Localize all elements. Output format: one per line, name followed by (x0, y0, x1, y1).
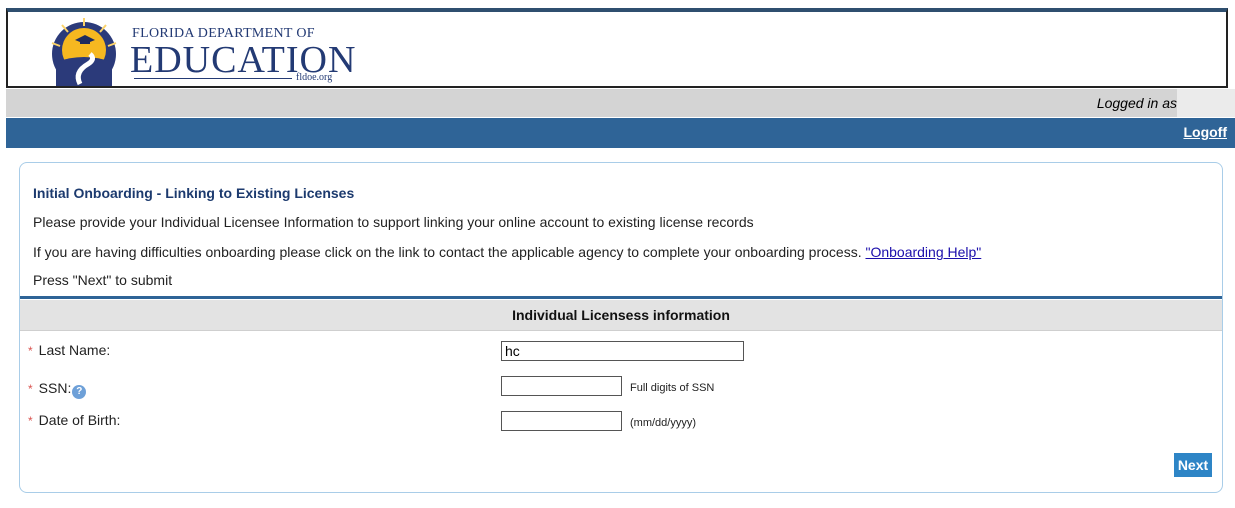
sun-emblem-icon (51, 18, 117, 86)
section-divider (20, 296, 1222, 299)
logo-divider (134, 78, 292, 79)
logged-in-text: Logged in as (1096, 95, 1177, 111)
last-name-label-row: * Last Name: (28, 342, 110, 358)
dob-hint: (mm/dd/yyyy) (630, 417, 696, 429)
site-header: Florida Department of EDUCATION fldoe.or… (6, 8, 1228, 88)
required-marker: * (28, 414, 33, 428)
ssn-hint: Full digits of SSN (630, 382, 715, 394)
instructions-line-2: If you are having difficulties onboardin… (33, 244, 981, 260)
ssn-field[interactable] (501, 376, 622, 396)
page-title: Initial Onboarding - Linking to Existing… (33, 185, 355, 201)
onboarding-help-link[interactable]: "Onboarding Help" (865, 244, 981, 260)
instructions-line-3: Press "Next" to submit (33, 272, 173, 288)
top-strip (0, 0, 1235, 6)
dob-label: Date of Birth: (38, 412, 121, 428)
required-marker: * (28, 382, 33, 396)
next-button[interactable]: Next (1174, 453, 1212, 477)
section-title: Individual Licensess information (20, 300, 1222, 331)
logo-site-text: fldoe.org (296, 72, 333, 83)
last-name-field[interactable] (501, 341, 744, 361)
status-bar: Logged in as (6, 89, 1235, 117)
logoff-link[interactable]: Logoff (1183, 124, 1227, 140)
username-redaction (1177, 89, 1235, 117)
instructions-line-1: Please provide your Individual Licensee … (33, 214, 754, 230)
onboarding-panel: Initial Onboarding - Linking to Existing… (19, 162, 1223, 493)
fldoe-logo: Florida Department of EDUCATION fldoe.or… (44, 16, 355, 88)
instructions-line-2-text: If you are having difficulties onboardin… (33, 244, 862, 260)
ssn-label-row: * SSN:? (28, 380, 87, 399)
last-name-label: Last Name: (38, 342, 111, 358)
nav-bar: Logoff (6, 118, 1235, 148)
help-icon[interactable]: ? (72, 385, 87, 399)
dob-label-row: * Date of Birth: (28, 412, 120, 428)
required-marker: * (28, 344, 33, 358)
date-of-birth-field[interactable] (501, 411, 622, 431)
ssn-label: SSN: (38, 380, 72, 396)
